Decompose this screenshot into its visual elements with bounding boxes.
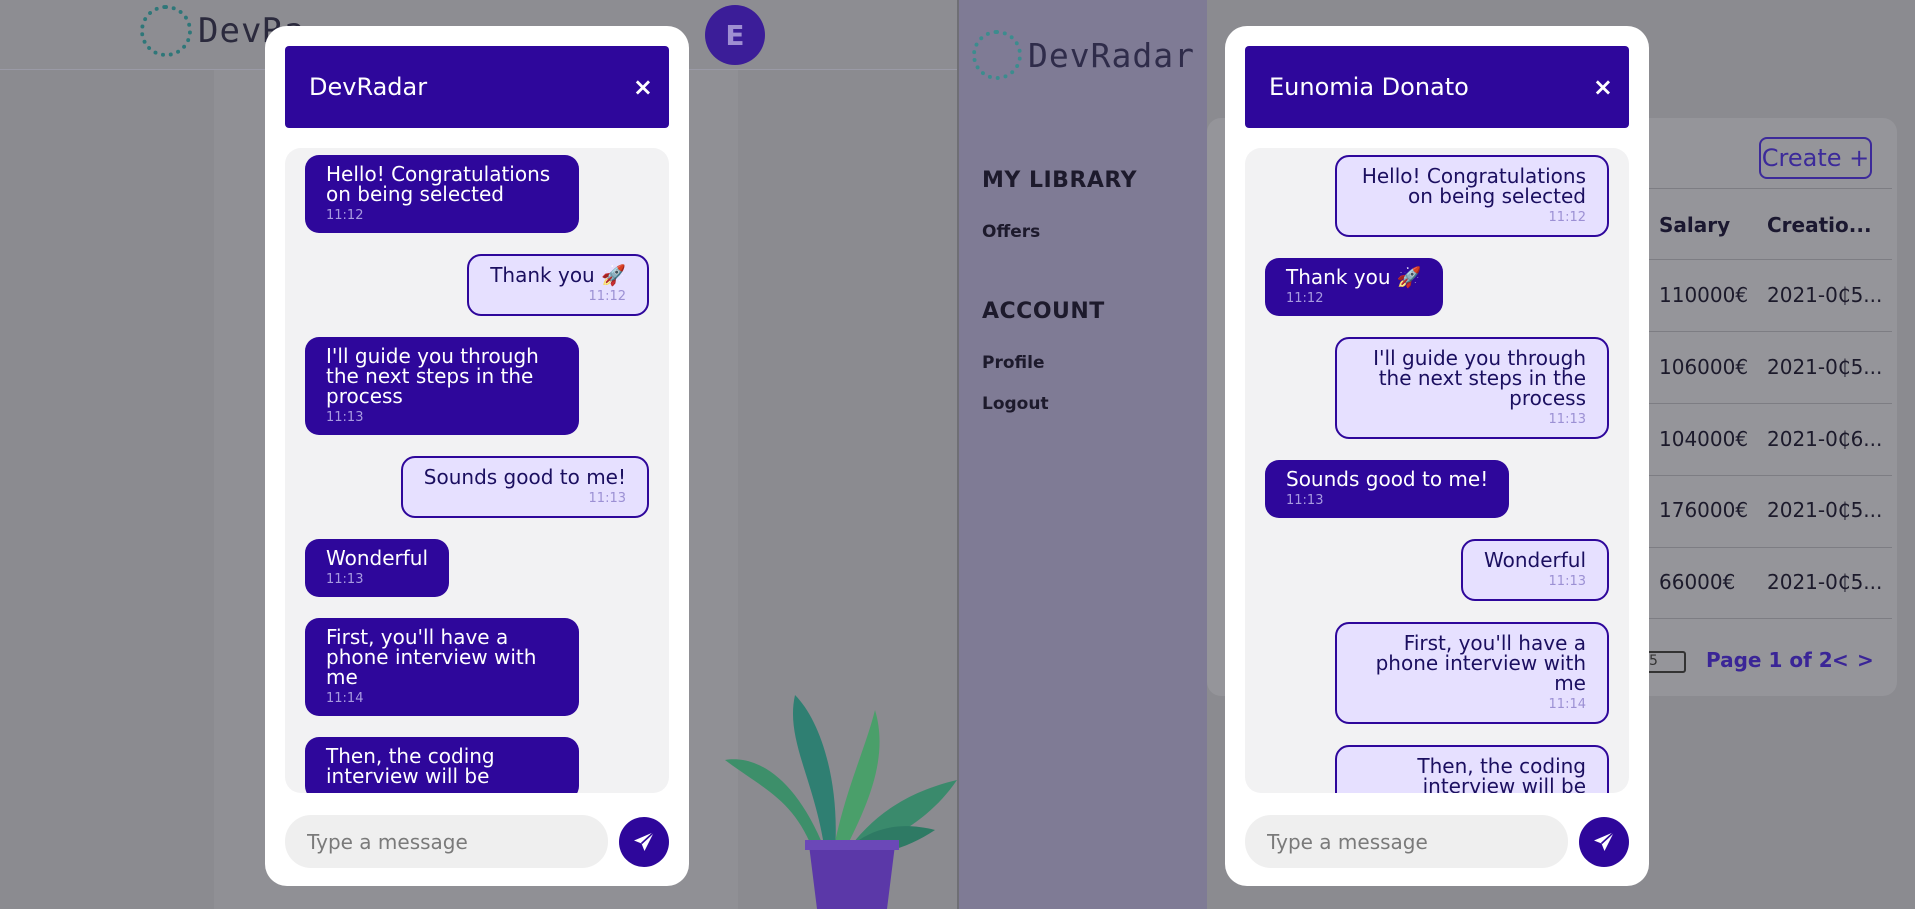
salary-cell: 66000€ <box>1659 570 1736 594</box>
chat-modal-left: DevRadar × Hello! Congratulations on bei… <box>265 26 689 886</box>
page-size-select[interactable]: 5 <box>1643 651 1686 673</box>
message-time: 11:13 <box>588 491 626 506</box>
message-time: 11:13 <box>326 572 364 587</box>
message-list[interactable]: Hello! Congratulations on being selected… <box>285 148 669 793</box>
message-text: Sounds good to me! <box>423 465 626 489</box>
message-bubble-received: Hello! Congratulations on being selected… <box>1335 155 1609 237</box>
message-composer <box>1245 815 1629 868</box>
table-divider <box>1649 403 1892 404</box>
next-page-button[interactable]: > <box>1857 648 1874 672</box>
message-time: 11:13 <box>326 410 364 425</box>
close-button[interactable]: × <box>1593 73 1613 101</box>
column-header-creation[interactable]: Creatio... <box>1767 213 1872 237</box>
message-time: 11:12 <box>326 208 364 223</box>
table-divider <box>1649 618 1892 619</box>
message-time: 11:12 <box>588 289 626 304</box>
message-bubble-received: Sounds good to me! 11:13 <box>400 456 649 518</box>
prev-page-button[interactable]: < <box>1832 648 1849 672</box>
message-time: 11:13 <box>1548 412 1586 427</box>
avatar[interactable]: E <box>705 5 765 65</box>
message-list[interactable]: Hello! Congratulations on being selected… <box>1245 148 1629 793</box>
column-header-salary[interactable]: Salary <box>1659 213 1730 237</box>
message-text: Then, the coding interview will be <box>326 744 495 788</box>
message-input[interactable] <box>1245 815 1568 868</box>
chat-header: DevRadar × <box>285 46 669 128</box>
create-button[interactable]: Create + <box>1759 137 1872 179</box>
message-text: Thank you 🚀 <box>1286 265 1422 289</box>
message-bubble-sent: Thank you 🚀 11:12 <box>1265 258 1443 316</box>
message-bubble-sent: Wonderful 11:13 <box>305 539 450 597</box>
message-bubble-sent: Sounds good to me! 11:13 <box>1265 460 1510 518</box>
sidebar-item-logout[interactable]: Logout <box>982 394 1049 414</box>
message-time: 11:12 <box>1548 210 1586 225</box>
sidebar-item-offers[interactable]: Offers <box>982 222 1040 242</box>
sidebar-item-profile[interactable]: Profile <box>982 353 1044 373</box>
send-icon <box>1594 831 1615 851</box>
message-bubble-received: Then, the coding interview will be <box>1335 745 1609 793</box>
sidebar: DevRadar MY LIBRARY Offers ACCOUNT Profi… <box>959 0 1207 909</box>
send-icon <box>634 831 655 851</box>
radar-logo-icon <box>972 30 1022 80</box>
table-divider <box>1649 475 1892 476</box>
message-text: Wonderful <box>1483 548 1586 572</box>
table-divider <box>1649 188 1892 189</box>
send-button[interactable] <box>619 817 669 867</box>
creation-cell: 2021-0₵6... <box>1767 427 1883 451</box>
salary-cell: 176000€ <box>1659 498 1749 522</box>
message-bubble-sent: I'll guide you through the next steps in… <box>305 337 579 435</box>
plant-illustration <box>725 695 957 909</box>
salary-cell: 110000€ <box>1659 283 1749 307</box>
salary-cell: 104000€ <box>1659 427 1749 451</box>
right-logo[interactable]: DevRadar <box>972 30 1195 80</box>
message-text: Hello! Congratulations on being selected <box>326 162 551 206</box>
right-logo-text: DevRadar <box>1028 35 1195 75</box>
pagination-label: Page 1 of 2 <box>1706 648 1833 672</box>
message-text: Sounds good to me! <box>1286 467 1489 491</box>
message-text: Then, the coding interview will be <box>1417 754 1586 793</box>
chat-header: Eunomia Donato × <box>1245 46 1629 128</box>
creation-cell: 2021-0₵5... <box>1767 355 1883 379</box>
send-button[interactable] <box>1579 817 1629 867</box>
message-bubble-received: Thank you 🚀 11:12 <box>467 254 649 316</box>
message-bubble-sent: Then, the coding interview will be <box>305 737 579 793</box>
salary-cell: 106000€ <box>1659 355 1749 379</box>
radar-logo-icon <box>140 5 192 57</box>
message-bubble-received: First, you'll have a phone interview wit… <box>1335 622 1609 724</box>
creation-cell: 2021-0₵5... <box>1767 498 1883 522</box>
message-bubble-received: Wonderful 11:13 <box>1460 539 1609 601</box>
message-text: Thank you 🚀 <box>490 263 626 287</box>
creation-cell: 2021-0₵5... <box>1767 570 1883 594</box>
chat-title: DevRadar <box>309 73 428 101</box>
message-time: 11:13 <box>1286 493 1324 508</box>
message-input[interactable] <box>285 815 608 868</box>
close-button[interactable]: × <box>633 73 653 101</box>
message-time: 11:13 <box>1548 574 1586 589</box>
message-bubble-received: I'll guide you through the next steps in… <box>1335 337 1609 439</box>
message-text: First, you'll have a phone interview wit… <box>1375 631 1586 695</box>
message-time: 11:14 <box>326 691 364 706</box>
message-composer <box>285 815 669 868</box>
message-text: I'll guide you through the next steps in… <box>1373 346 1586 410</box>
message-text: Wonderful <box>326 546 429 570</box>
message-bubble-sent: Hello! Congratulations on being selected… <box>305 155 579 233</box>
message-text: Hello! Congratulations on being selected <box>1361 164 1586 208</box>
creation-cell: 2021-0₵5... <box>1767 283 1883 307</box>
chat-modal-right: Eunomia Donato × Hello! Congratulations … <box>1225 26 1649 886</box>
message-text: First, you'll have a phone interview wit… <box>326 625 537 689</box>
table-divider <box>1649 259 1892 260</box>
message-bubble-sent: First, you'll have a phone interview wit… <box>305 618 579 716</box>
sidebar-heading-library: MY LIBRARY <box>982 168 1138 193</box>
sidebar-heading-account: ACCOUNT <box>982 299 1105 324</box>
chat-title: Eunomia Donato <box>1269 73 1469 101</box>
message-time: 11:14 <box>1548 697 1586 712</box>
table-divider <box>1649 547 1892 548</box>
message-text: I'll guide you through the next steps in… <box>326 344 539 408</box>
message-time: 11:12 <box>1286 291 1324 306</box>
table-divider <box>1649 331 1892 332</box>
